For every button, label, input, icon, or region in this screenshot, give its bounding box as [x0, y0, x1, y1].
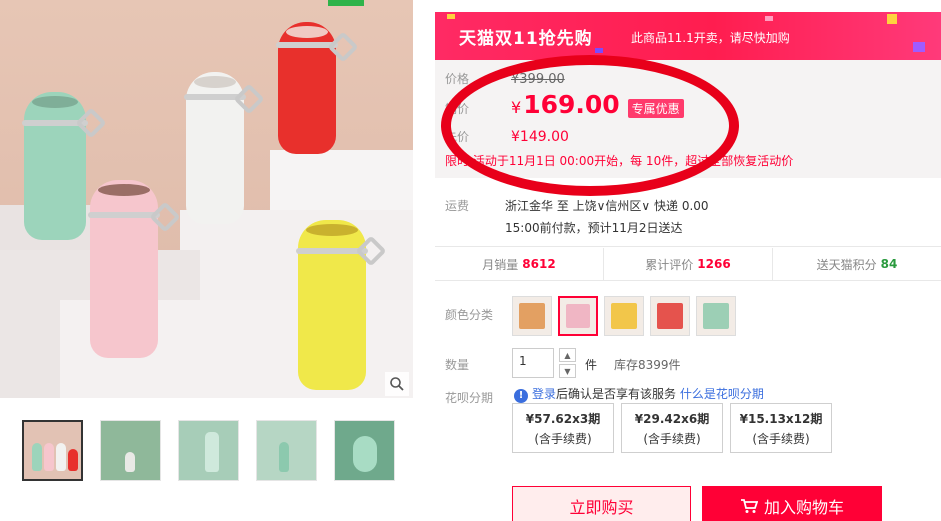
white-bottle [184, 72, 265, 224]
quantity-row: 数量 [445, 356, 469, 373]
red-bottle [276, 22, 359, 154]
presale-notice: 此商品11.1开卖，请尽快加购 [631, 31, 790, 45]
color-label: 颜色分类 [445, 308, 494, 322]
color-swatch-pink[interactable] [558, 296, 598, 336]
color-swatch-yellow[interactable] [604, 296, 644, 336]
installment-row: 花呗分期 [445, 389, 493, 406]
add-to-cart-button[interactable]: 加入购物车 [702, 486, 882, 521]
thumbnail-3[interactable] [178, 420, 239, 481]
cart-icon [740, 499, 758, 513]
stock-count: 库存8399件 [614, 358, 681, 372]
info-icon: ! [514, 389, 528, 403]
installment-label: 花呗分期 [445, 391, 494, 405]
thumbnail-strip [22, 420, 395, 481]
color-swatch-orange[interactable] [512, 296, 552, 336]
color-swatch-green[interactable] [696, 296, 736, 336]
quantity-unit: 件 [585, 358, 598, 372]
installment-plan-3[interactable]: ¥57.62x3期 (含手续费) [512, 403, 614, 453]
stats-bar: 月销量 8612 累计评价 1266 送天猫积分 84 [435, 248, 941, 280]
pink-bottle [88, 180, 181, 358]
promo-price: 169.00 [523, 90, 620, 119]
presale-price: ¥149.00 [511, 129, 569, 145]
color-swatches [512, 296, 736, 336]
what-is-huabei-link[interactable]: 什么是花呗分期 [680, 387, 764, 401]
event-logo: 天猫双11抢先购 [459, 29, 593, 49]
shipping-route[interactable]: 浙江金华 至 上饶∨信州区∨ 快递 0.00 [505, 197, 709, 214]
quantity-label: 数量 [445, 358, 470, 372]
shipping-label: 运费 [445, 199, 470, 213]
double-11-banner: 天猫双11抢先购 此商品11.1开卖，请尽快加购 [435, 12, 941, 60]
shipping-row: 运费 浙江金华 至 上饶∨信州区∨ 快递 0.00 15:00前付款，预计11月… [445, 197, 925, 237]
exclusive-discount-badge: 专属优惠 [627, 99, 684, 118]
thumbnail-2[interactable] [100, 420, 161, 481]
yellow-bottle [296, 220, 387, 390]
original-price: ¥399.00 [511, 72, 565, 87]
quantity-decrease-button[interactable]: ▼ [559, 364, 576, 378]
divider [435, 280, 941, 281]
color-swatch-red[interactable] [650, 296, 690, 336]
installment-notice: ! 登录后确认是否享有该服务 什么是花呗分期 [514, 385, 764, 403]
color-label-row: 颜色分类 [445, 306, 493, 323]
installment-plans: ¥57.62x3期 (含手续费) ¥29.42x6期 (含手续费) ¥15.13x1… [512, 403, 832, 453]
quantity-increase-button[interactable]: ▲ [559, 348, 576, 362]
original-price-label: 价格 [445, 72, 470, 86]
total-reviews[interactable]: 累计评价 1266 [604, 248, 773, 280]
presale-price-label: 先价 [445, 130, 470, 144]
login-link[interactable]: 登录 [532, 387, 556, 401]
thumbnail-5[interactable] [334, 420, 395, 481]
green-bottle [22, 92, 107, 240]
main-product-image[interactable] [0, 0, 413, 398]
currency-symbol: ¥ [511, 98, 522, 117]
corner-tag [328, 0, 364, 6]
limited-time-notice: 限时 活动于11月1日 00:00开始，每 10件，超过全部恢复活动价 [445, 154, 794, 168]
tmall-points: 送天猫积分 84 [816, 257, 898, 272]
installment-plan-12[interactable]: ¥15.13x12期 (含手续费) [730, 403, 832, 453]
price-panel: 价格 ¥399.00 销价 ¥ 169.00 专属优惠 先价 ¥149.00 限… [435, 60, 941, 178]
quantity-input[interactable]: 1 [512, 348, 554, 378]
zoom-icon[interactable] [385, 372, 409, 396]
buy-now-button[interactable]: 立即购买 [512, 486, 691, 521]
delivery-estimate: 15:00前付款，预计11月2日送达 [505, 221, 683, 235]
divider [435, 246, 941, 247]
thumbnail-4[interactable] [256, 420, 317, 481]
monthly-sales: 月销量 8612 [435, 248, 604, 280]
add-to-cart-label: 加入购物车 [763, 498, 844, 517]
installment-plan-6[interactable]: ¥29.42x6期 (含手续费) [621, 403, 723, 453]
thumbnail-1[interactable] [22, 420, 83, 481]
promo-price-label: 销价 [445, 102, 470, 116]
